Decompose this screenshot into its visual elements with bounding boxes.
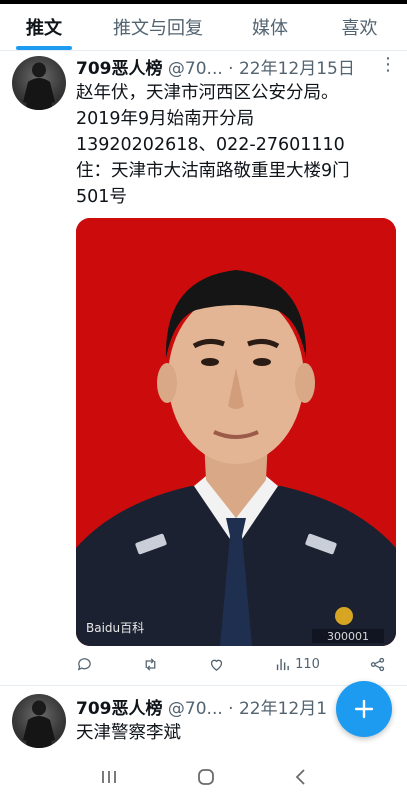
tweet-header: 709恶人榜 @70... · 22年12月15日	[76, 54, 379, 79]
views-count: 110	[295, 656, 320, 672]
meta-separator: ·	[228, 699, 234, 719]
meta-separator: ·	[228, 59, 234, 79]
avatar[interactable]	[12, 694, 66, 748]
author-name[interactable]: 709恶人榜	[76, 59, 163, 79]
back-icon[interactable]	[294, 768, 308, 790]
home-icon[interactable]	[197, 768, 215, 790]
tweet-text-line: 2019年9月始南开分局	[76, 109, 255, 129]
retweet-button[interactable]	[142, 656, 159, 673]
author-name[interactable]: 709恶人榜	[76, 699, 163, 719]
like-button[interactable]	[208, 656, 225, 673]
plus-icon	[354, 699, 374, 719]
tab-posts-label: 推文	[26, 18, 62, 39]
tweet-date[interactable]: 22年12月1	[239, 699, 327, 719]
tweet-text: 赵年伏，天津市河西区公安分局。 2019年9月始南开分局 13920202618…	[76, 80, 397, 210]
tweet[interactable]: 709恶人榜 @70... · 22年12月15日 ⋮ 赵年伏，天津市河西区公安…	[0, 52, 407, 684]
reply-button[interactable]	[76, 656, 93, 673]
image-watermark: Baidu百科	[86, 621, 144, 635]
more-options-icon[interactable]: ⋮	[379, 56, 397, 80]
avatar-figure-icon	[23, 700, 55, 748]
share-icon	[370, 657, 385, 671]
author-handle[interactable]: @70...	[168, 59, 223, 79]
reply-icon	[77, 657, 91, 671]
author-handle[interactable]: @70...	[168, 699, 223, 719]
profile-tabs: 推文 推文与回复 媒体 喜欢	[0, 4, 407, 51]
badge-number: 300001	[327, 630, 369, 643]
avatar-figure-icon	[23, 62, 55, 110]
tab-media[interactable]: 媒体	[228, 4, 312, 50]
tab-posts-and-replies-label: 推文与回复	[113, 18, 203, 39]
tab-likes[interactable]: 喜欢	[312, 4, 407, 50]
tweet-photo[interactable]: 300001 Baidu百科	[76, 218, 396, 646]
tab-posts[interactable]: 推文	[0, 4, 88, 50]
tab-likes-label: 喜欢	[341, 18, 378, 39]
tweet-text-line: 13920202618、022-27601110	[76, 135, 345, 155]
views-chart-icon	[276, 658, 289, 670]
tweet-text-line: 赵年伏，天津市河西区公安分局。	[76, 83, 339, 103]
retweet-icon	[145, 657, 156, 671]
tweet-header: 709恶人榜 @70... · 22年12月1	[76, 694, 347, 719]
tweet-text-line: 住：天津市大沽南路敬重里大楼9门	[76, 161, 350, 181]
tab-media-label: 媒体	[252, 18, 288, 39]
portrait-image: 300001 Baidu百科	[76, 218, 396, 646]
tweet-date[interactable]: 22年12月15日	[239, 59, 355, 79]
recent-apps-icon[interactable]	[100, 769, 118, 789]
tweet-text-line: 501号	[76, 187, 127, 207]
system-nav-bar	[0, 758, 407, 800]
tweet-actions: 110	[76, 652, 386, 676]
avatar[interactable]	[12, 56, 66, 110]
active-tab-indicator	[16, 46, 72, 50]
compose-tweet-button[interactable]	[336, 681, 392, 737]
views-button[interactable]: 110	[274, 656, 320, 673]
heart-icon	[210, 659, 223, 671]
tab-posts-and-replies[interactable]: 推文与回复	[88, 4, 228, 50]
share-button[interactable]	[369, 656, 386, 673]
